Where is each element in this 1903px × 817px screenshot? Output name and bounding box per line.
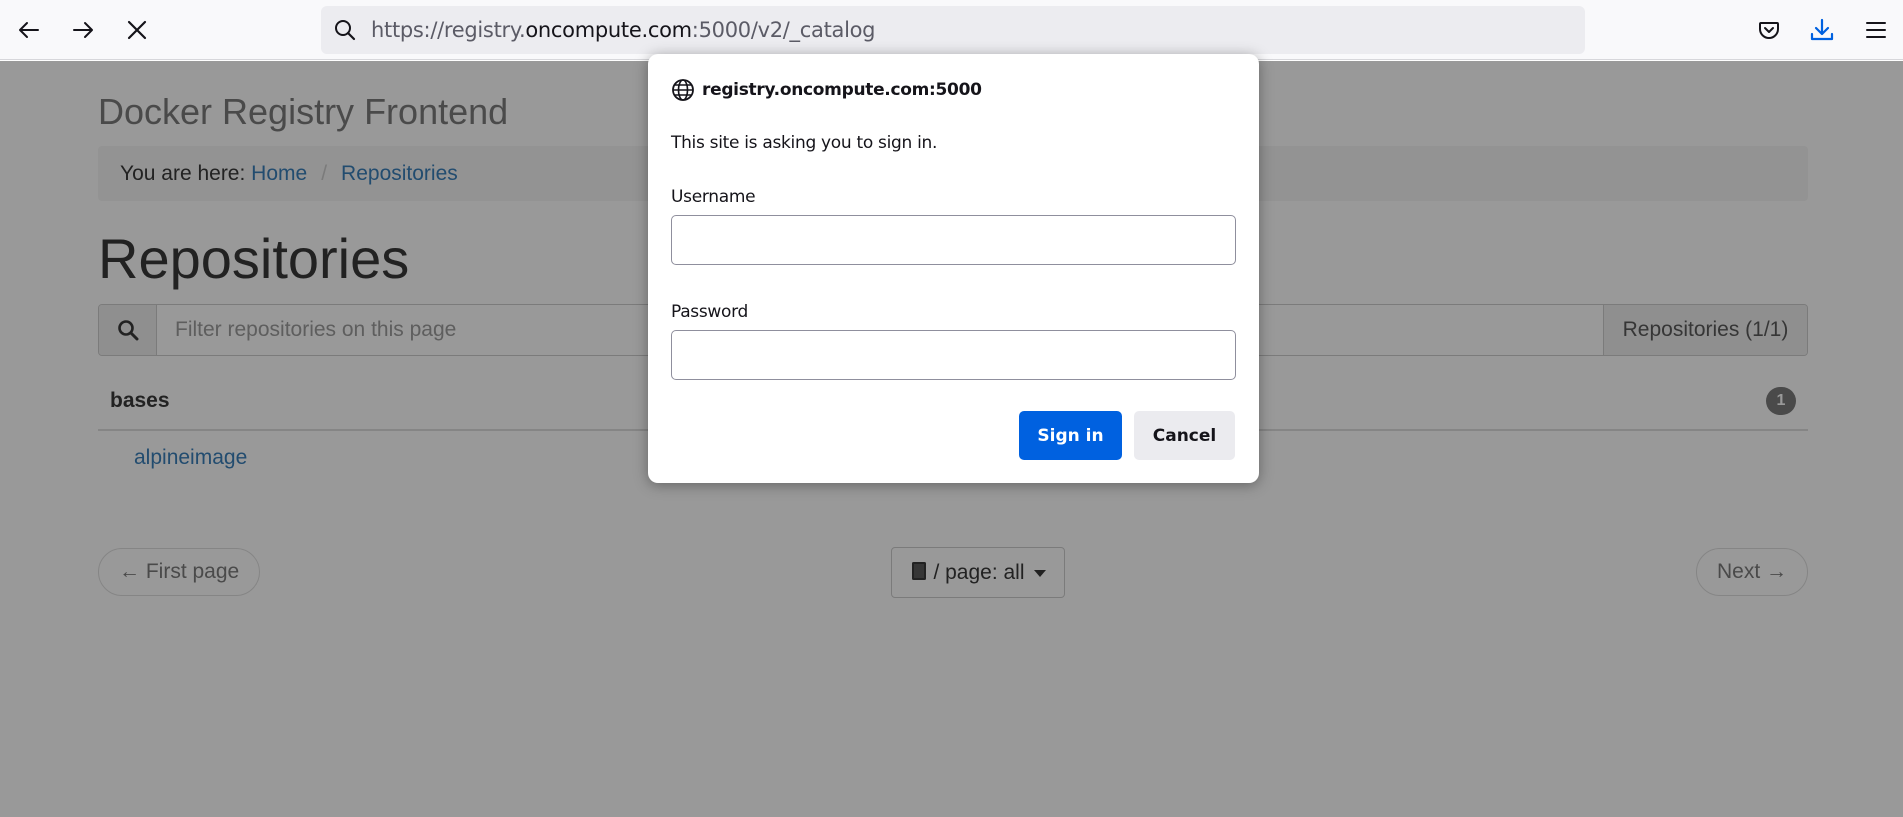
dialog-host: registry.oncompute.com:5000 (671, 78, 982, 102)
close-icon (127, 20, 147, 40)
stop-button[interactable] (121, 13, 153, 47)
sign-in-dialog: registry.oncompute.com:5000 This site is… (648, 54, 1259, 483)
download-icon (1810, 18, 1834, 41)
pocket-button[interactable] (1752, 13, 1786, 47)
url-bar[interactable]: https://registry.oncompute.com:5000/v2/_… (321, 6, 1585, 54)
password-label: Password (671, 302, 749, 322)
cancel-button[interactable]: Cancel (1134, 411, 1235, 460)
url-text[interactable]: https://registry.oncompute.com:5000/v2/_… (371, 6, 875, 54)
downloads-button[interactable] (1805, 13, 1839, 47)
url-suffix: :5000/v2/_catalog (691, 18, 876, 42)
app-menu-button[interactable] (1859, 13, 1893, 47)
username-field[interactable] (671, 215, 1236, 265)
url-host: oncompute.com (525, 18, 692, 42)
forward-button[interactable] (67, 13, 99, 47)
arrow-right-icon (73, 22, 93, 38)
dialog-message: This site is asking you to sign in. (671, 133, 938, 153)
browser-toolbar: https://registry.oncompute.com:5000/v2/_… (0, 0, 1903, 60)
back-button[interactable] (13, 13, 45, 47)
pocket-icon (1759, 22, 1779, 39)
globe-icon (672, 79, 694, 101)
sign-in-button[interactable]: Sign in (1019, 411, 1122, 460)
url-prefix: https://registry. (371, 18, 526, 42)
arrow-left-icon (19, 22, 39, 38)
dialog-host-text: registry.oncompute.com:5000 (702, 80, 982, 100)
search-icon (331, 16, 359, 44)
hamburger-menu-icon (1866, 22, 1886, 38)
username-label: Username (671, 187, 756, 207)
password-field[interactable] (671, 330, 1236, 380)
